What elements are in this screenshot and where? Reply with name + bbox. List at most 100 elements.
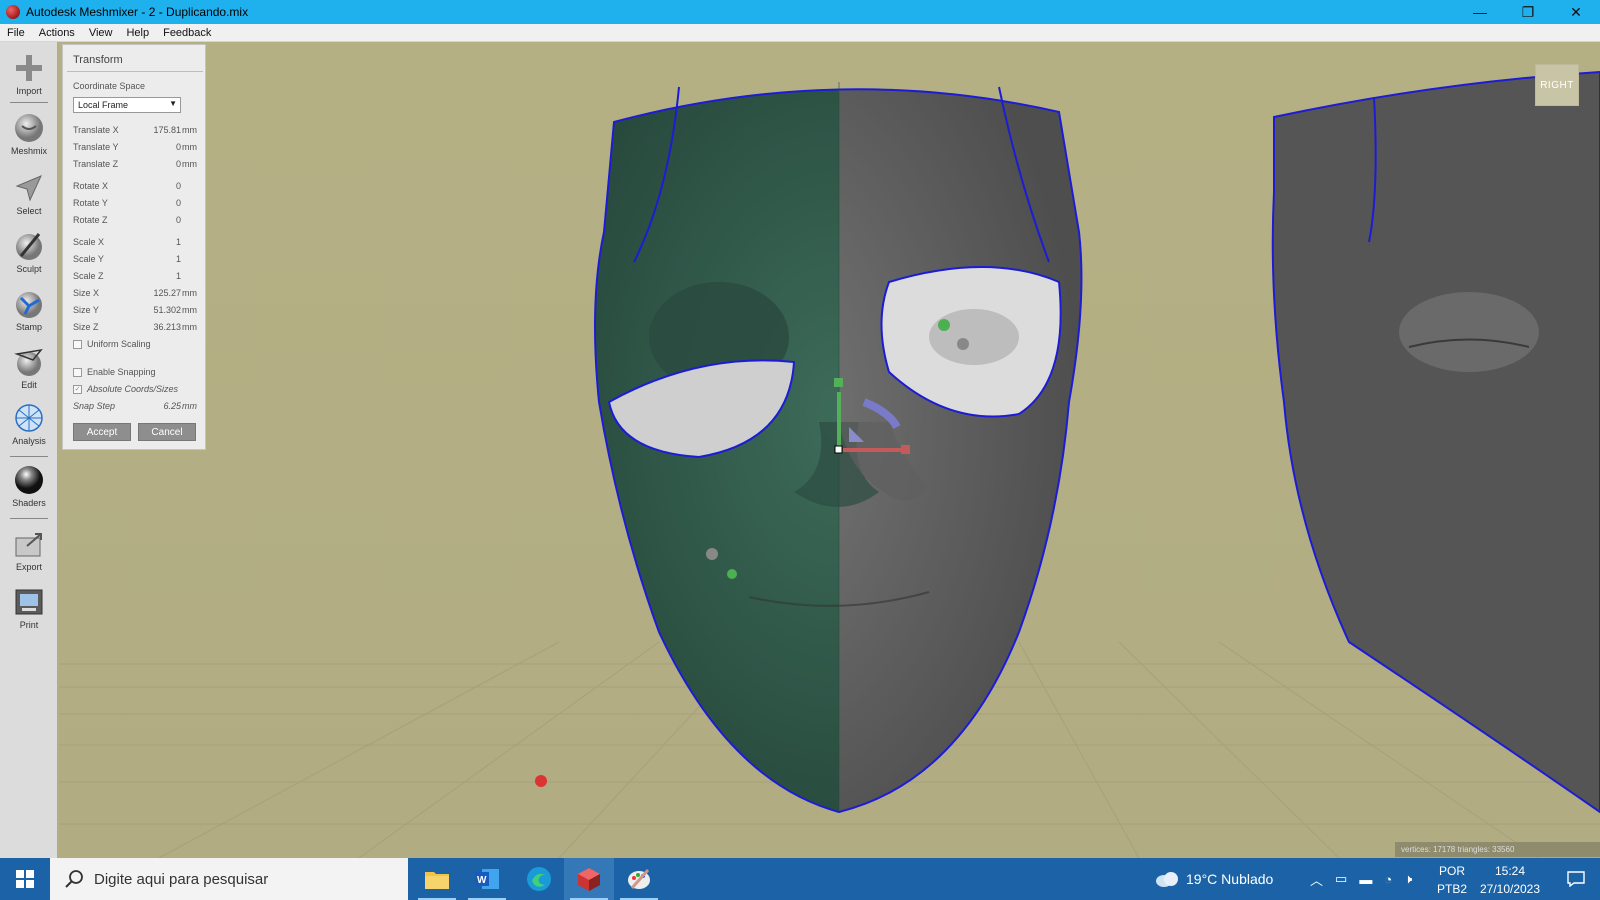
menu-help[interactable]: Help	[119, 27, 156, 39]
pivot-marker	[535, 775, 547, 787]
edge-button[interactable]	[514, 858, 564, 900]
clock-time[interactable]: 15:24	[1470, 864, 1550, 878]
scale-y-field[interactable]: 1	[176, 254, 181, 264]
scale-x-field[interactable]: 1	[176, 237, 181, 247]
minimize-button[interactable]: —	[1456, 0, 1504, 24]
translate-x-field[interactable]: 175.81	[153, 125, 181, 135]
absolute-coords-checkbox[interactable]: ✓ Absolute Coords/Sizes	[73, 384, 203, 396]
analysis-icon	[15, 404, 43, 432]
field-label: Translate X	[73, 125, 119, 135]
menu-file[interactable]: File	[0, 27, 32, 39]
size-z-field[interactable]: 36.213	[153, 322, 181, 332]
edit-tool[interactable]: Edit	[0, 342, 58, 400]
translate-z-field[interactable]: 0	[176, 159, 181, 169]
palette-icon	[628, 869, 650, 889]
weather-widget[interactable]: 19°C Nublado	[1154, 858, 1273, 900]
size-y-row: Size Y 51.302 mm	[73, 305, 197, 317]
checkbox-box	[73, 340, 82, 349]
menu-actions[interactable]: Actions	[32, 27, 82, 39]
viewcube[interactable]: RIGHT	[1535, 64, 1579, 106]
notifications-button[interactable]	[1556, 858, 1596, 900]
field-label: Size Y	[73, 305, 99, 315]
speaker-muted-icon[interactable]: 🕨	[1404, 871, 1412, 887]
title-bar: Autodesk Meshmixer - 2 - Duplicando.mix …	[0, 0, 1600, 24]
meshmix-icon	[15, 114, 43, 142]
translate-y-field[interactable]: 0	[176, 142, 181, 152]
coordinate-space-dropdown[interactable]: Local Frame ▼	[73, 97, 181, 113]
maximize-button[interactable]: ❐	[1504, 0, 1552, 24]
word-icon: W	[475, 869, 499, 889]
stamp-icon	[16, 292, 42, 318]
weather-text: 19°C Nublado	[1186, 871, 1274, 887]
sculpt-tool[interactable]: Sculpt	[0, 226, 58, 284]
battery-icon[interactable]: ▬	[1359, 872, 1372, 887]
analysis-tool[interactable]: Analysis	[0, 398, 58, 456]
3d-viewport[interactable]: RIGHT vertices: 17178 triangles: 33560	[59, 42, 1600, 858]
menu-view[interactable]: View	[82, 27, 120, 39]
scale-x-row: Scale X 1	[73, 237, 197, 249]
unit-label: mm	[182, 305, 197, 315]
field-label: Size Z	[73, 322, 99, 332]
shaders-tool[interactable]: Shaders	[0, 460, 58, 518]
rotate-y-row: Rotate Y 0	[73, 198, 197, 210]
windows-icon	[16, 870, 34, 888]
print-label: Print	[19, 620, 39, 630]
field-label: Scale Y	[73, 254, 104, 264]
field-label: Scale X	[73, 237, 105, 247]
unit-label: mm	[182, 142, 197, 152]
sculpt-icon	[16, 233, 42, 260]
select-tool[interactable]: Select	[0, 168, 58, 226]
translate-y-row: Translate Y 0 mm	[73, 142, 197, 154]
print-tool[interactable]: Print	[0, 582, 58, 640]
edge-icon	[527, 867, 551, 891]
wifi-icon[interactable]: ◔	[1384, 872, 1392, 887]
meshmix-label: Meshmix	[10, 146, 47, 156]
import-tool[interactable]: Import	[0, 48, 58, 106]
translate-z-row: Translate Z 0 mm	[73, 159, 197, 171]
language-code[interactable]: POR	[1434, 864, 1470, 878]
accept-button[interactable]: Accept	[73, 423, 131, 441]
rotate-z-field[interactable]: 0	[176, 215, 181, 225]
cancel-button[interactable]: Cancel	[138, 423, 196, 441]
size-x-field[interactable]: 125.27	[153, 288, 181, 298]
analysis-label: Analysis	[12, 436, 46, 446]
check-icon: ✓	[73, 385, 82, 394]
uniform-scaling-checkbox[interactable]: Uniform Scaling	[73, 339, 203, 351]
meshmix-tool[interactable]: Meshmix	[0, 108, 58, 166]
select-icon	[15, 175, 42, 202]
meshmixer-app-icon	[6, 5, 20, 19]
unit-label: mm	[182, 159, 197, 169]
meet-now-icon[interactable]: ▭	[1335, 871, 1347, 887]
menu-feedback[interactable]: Feedback	[156, 27, 218, 39]
keyboard-layout[interactable]: PTB2	[1434, 882, 1470, 896]
import-label: Import	[16, 86, 42, 96]
cloud-icon	[1156, 872, 1178, 887]
export-tool[interactable]: Export	[0, 524, 58, 582]
size-x-row: Size X 125.27 mm	[73, 288, 197, 300]
start-button[interactable]	[0, 858, 50, 900]
clock-date[interactable]: 27/10/2023	[1470, 882, 1550, 896]
word-button[interactable]: W	[462, 858, 512, 900]
size-y-field[interactable]: 51.302	[153, 305, 181, 315]
toolbar-divider	[10, 102, 48, 103]
close-button[interactable]: ✕	[1552, 0, 1600, 24]
checkbox-label: Uniform Scaling	[87, 339, 151, 349]
checkbox-label: Enable Snapping	[87, 367, 156, 377]
scene	[59, 42, 1600, 858]
unit-label: mm	[182, 288, 197, 298]
paint-button[interactable]	[614, 858, 664, 900]
snap-step-field[interactable]: 6.25	[163, 401, 181, 411]
rotate-x-field[interactable]: 0	[176, 181, 181, 191]
enable-snapping-checkbox[interactable]: Enable Snapping	[73, 367, 203, 379]
stamp-tool[interactable]: Stamp	[0, 284, 58, 342]
export-label: Export	[15, 562, 42, 572]
field-label: Scale Z	[73, 271, 104, 281]
rotate-y-field[interactable]: 0	[176, 198, 181, 208]
taskbar-search[interactable]: Digite aqui para pesquisar	[50, 858, 408, 900]
file-explorer-button[interactable]	[412, 858, 462, 900]
scale-z-field[interactable]: 1	[176, 271, 181, 281]
chevron-up-icon[interactable]: ︿	[1310, 870, 1323, 889]
translate-x-row: Translate X 175.81 mm	[73, 125, 197, 137]
menu-bar: File Actions View Help Feedback	[0, 24, 1600, 42]
meshmixer-taskbar-button[interactable]	[564, 858, 614, 900]
